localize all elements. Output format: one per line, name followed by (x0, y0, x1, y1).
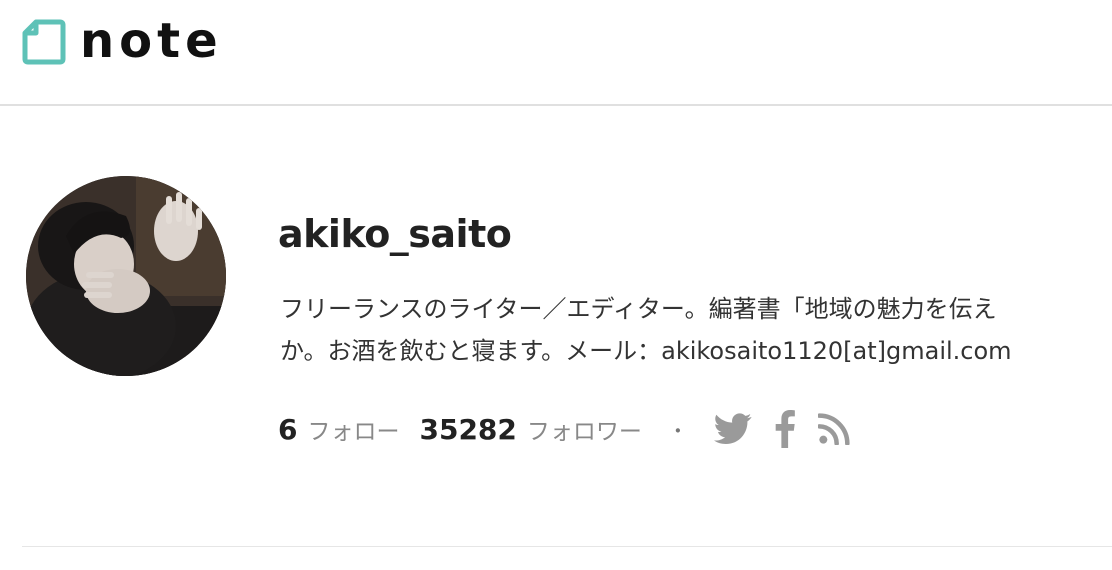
facebook-icon (775, 410, 795, 448)
rss-link[interactable] (817, 409, 850, 449)
twitter-link[interactable] (713, 409, 752, 449)
rss-icon (817, 413, 850, 445)
bio-line: フリーランスのライター／エディター。編著書「地域の魅力を伝え (280, 295, 997, 323)
facebook-link[interactable] (774, 409, 796, 449)
profile-username: akiko_saito (278, 212, 512, 256)
avatar-image (26, 176, 226, 376)
follow-count: 6 (278, 413, 298, 446)
content-divider (22, 546, 1112, 547)
stats-separator: ・ (667, 418, 688, 443)
note-logo[interactable]: note (22, 13, 223, 69)
site-header: note (0, 0, 1112, 106)
profile-bio: フリーランスのライター／エディター。編著書「地域の魅力を伝え か。お酒を飲むと寝… (280, 288, 1112, 372)
twitter-icon (713, 413, 752, 445)
note-logo-icon (22, 19, 66, 65)
bio-line: か。お酒を飲むと寝ます。メール：akikosaito1120[at]gmail.… (280, 337, 1012, 365)
follower-count: 35282 (419, 413, 517, 446)
follow-link[interactable]: 6 フォロー (278, 412, 399, 446)
profile-stats: 6 フォロー 35282 フォロワー ・ (278, 404, 872, 454)
follow-label: フォロー (307, 419, 400, 445)
logo-wordmark: note (80, 13, 223, 69)
profile-avatar[interactable] (26, 176, 226, 376)
follower-link[interactable]: 35282 フォロワー (419, 412, 641, 446)
follower-label: フォロワー (526, 419, 642, 445)
